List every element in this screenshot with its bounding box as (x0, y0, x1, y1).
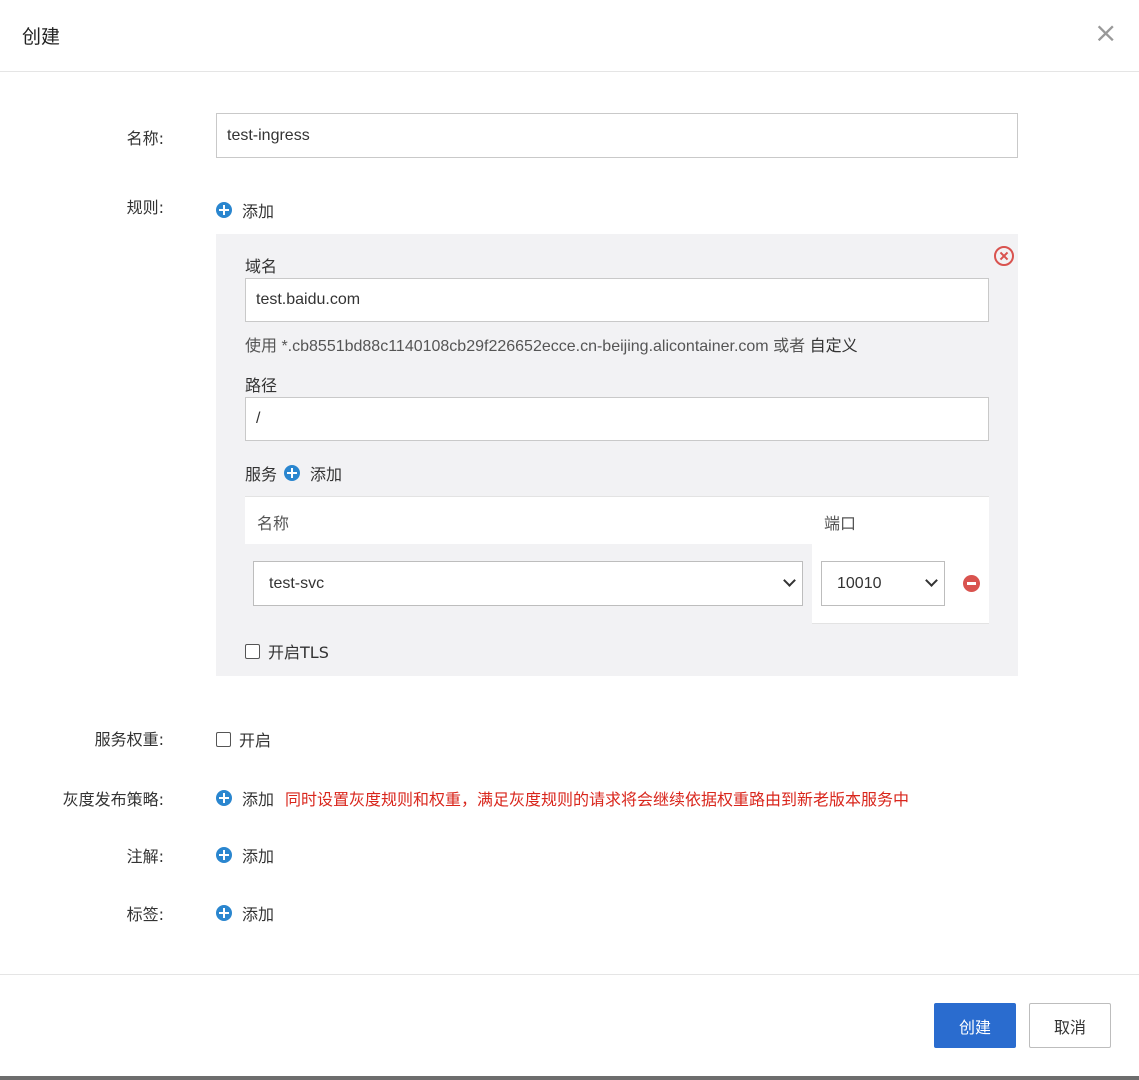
canary-add-label: 添加 (242, 790, 275, 809)
dialog-header: 创建 × (0, 0, 1139, 72)
weight-enable-checkbox[interactable]: 开启 (216, 727, 271, 751)
plus-circle-icon (216, 905, 232, 921)
domain-hint: 使用 *.cb8551bd88c1140108cb29f226652ecce.c… (245, 332, 858, 356)
cancel-button[interactable]: 取消 (1029, 1003, 1111, 1048)
domain-hint-or: 或者 (773, 338, 806, 355)
column-header-port: 端口 (824, 514, 857, 533)
port-select[interactable]: 10010 (821, 561, 945, 606)
plus-circle-icon (216, 790, 232, 806)
tls-checkbox-label: 开启TLS (268, 643, 329, 662)
close-icon[interactable]: × (1094, 19, 1117, 47)
service-add-label: 添加 (310, 465, 343, 484)
path-label: 路径 (245, 376, 278, 395)
service-select-value: test-svc (269, 574, 325, 592)
chevron-down-icon (783, 574, 796, 587)
service-add-button[interactable]: 添加 (284, 461, 342, 485)
annotations-label: 注解: (126, 847, 164, 866)
rules-add-label: 添加 (242, 202, 275, 221)
name-input[interactable]: test-ingress (216, 113, 1018, 158)
create-ingress-dialog: 创建 × 名称: test-ingress 规则: 添加 域名 test.bai… (0, 0, 1139, 1080)
custom-domain-link[interactable]: 自定义 (810, 338, 858, 355)
labels-add-label: 添加 (242, 905, 275, 924)
checkbox-box (245, 643, 260, 659)
service-label: 服务 (245, 465, 278, 484)
rules-label: 规则: (126, 198, 164, 217)
labels-add-button[interactable]: 添加 (216, 901, 274, 925)
weight-label: 服务权重: (94, 730, 164, 749)
checkbox-box (216, 731, 231, 747)
path-input-value: / (256, 410, 261, 427)
plus-circle-icon (284, 465, 300, 481)
remove-service-icon[interactable] (963, 575, 980, 592)
plus-circle-icon (216, 847, 232, 863)
weight-enable-label: 开启 (239, 731, 272, 750)
domain-hint-text: 使用 *.cb8551bd88c1140108cb29f226652ecce.c… (245, 338, 769, 355)
service-select[interactable]: test-svc (253, 561, 803, 606)
annotations-add-button[interactable]: 添加 (216, 843, 274, 867)
plus-circle-icon (216, 202, 232, 218)
canary-warning: 同时设置灰度规则和权重，满足灰度规则的请求将会继续依据权重路由到新老版本服务中 (285, 790, 910, 809)
window-bottom-edge (0, 1076, 1139, 1080)
labels-label: 标签: (126, 905, 164, 924)
domain-label: 域名 (245, 257, 278, 276)
domain-input-value: test.baidu.com (256, 291, 361, 308)
rules-add-button[interactable]: 添加 (216, 198, 274, 222)
column-header-name: 名称 (257, 514, 290, 533)
domain-input[interactable]: test.baidu.com (245, 278, 989, 322)
port-select-value: 10010 (837, 574, 882, 592)
remove-rule-icon[interactable] (994, 246, 1014, 266)
tls-checkbox[interactable]: 开启TLS (245, 639, 329, 663)
chevron-down-icon (925, 574, 938, 587)
path-input[interactable]: / (245, 397, 989, 441)
dialog-title: 创建 (22, 26, 61, 48)
canary-label: 灰度发布策略: (62, 790, 164, 809)
name-label: 名称: (126, 129, 164, 148)
canary-add-button[interactable]: 添加 (216, 786, 274, 810)
name-input-value: test-ingress (227, 126, 310, 144)
create-button[interactable]: 创建 (934, 1003, 1016, 1048)
annotations-add-label: 添加 (242, 847, 275, 866)
